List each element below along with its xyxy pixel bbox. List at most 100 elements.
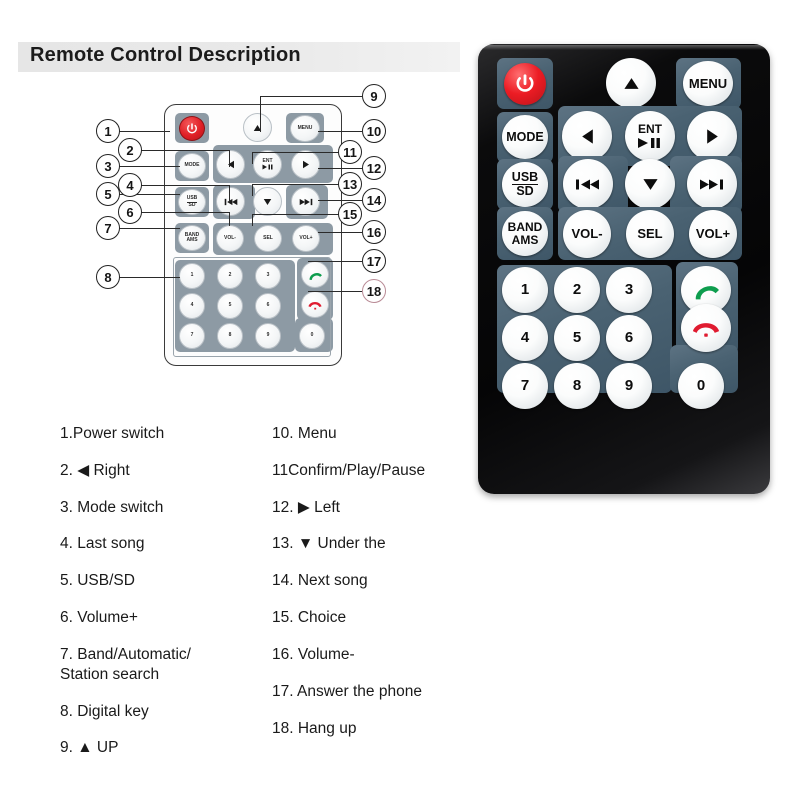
usb-label: USB bbox=[511, 170, 539, 185]
triangle-right-icon bbox=[302, 160, 309, 169]
triangle-left-icon bbox=[581, 128, 593, 144]
photo-key-2[interactable]: 2 bbox=[554, 267, 600, 313]
leader-17 bbox=[308, 261, 362, 262]
callout-15: 15 bbox=[338, 202, 362, 226]
description-item: 7. Band/Automatic/ Station search bbox=[60, 645, 191, 683]
photo-left-button[interactable] bbox=[562, 111, 612, 161]
diagram-right-button[interactable] bbox=[291, 150, 320, 179]
photo-key-7[interactable]: 7 bbox=[502, 363, 548, 409]
leader-9-v bbox=[260, 96, 261, 132]
diagram-usbsd-label: USB SD bbox=[186, 196, 198, 208]
diagram-menu-button[interactable]: MENU bbox=[290, 115, 320, 142]
triangle-up-icon bbox=[623, 77, 639, 89]
photo-hangup-call-button[interactable] bbox=[681, 304, 731, 352]
leader-7 bbox=[118, 228, 180, 229]
description-item: 8. Digital key bbox=[60, 702, 149, 720]
description-item: 11Confirm/Play/Pause bbox=[272, 461, 426, 479]
photo-vol-plus-button[interactable]: VOL+ bbox=[689, 210, 737, 258]
photo-usbsd-button[interactable]: USB SD bbox=[502, 162, 548, 207]
leader-16 bbox=[318, 232, 362, 233]
photo-next-button[interactable] bbox=[687, 159, 737, 209]
leader-6-v bbox=[229, 212, 230, 226]
callout-13: 13 bbox=[338, 172, 362, 196]
key-label: 5 bbox=[572, 329, 582, 347]
diagram-vol-plus-button[interactable]: VOL+ bbox=[292, 225, 320, 252]
power-icon bbox=[187, 122, 197, 133]
photo-key-5[interactable]: 5 bbox=[554, 315, 600, 361]
key-label: 6 bbox=[624, 329, 634, 347]
vol-plus-label: VOL+ bbox=[299, 234, 313, 241]
key-label: 9 bbox=[624, 377, 634, 395]
photo-key-8[interactable]: 8 bbox=[554, 363, 600, 409]
description-item: 15. Choice bbox=[272, 609, 347, 627]
leader-4-v bbox=[229, 185, 230, 202]
photo-right-button[interactable] bbox=[687, 111, 737, 161]
callout-16: 16 bbox=[362, 220, 386, 244]
photo-menu-button[interactable]: MENU bbox=[683, 61, 733, 106]
photo-ent-button[interactable]: ENT bbox=[625, 111, 675, 161]
photo-menu-label: MENU bbox=[688, 75, 728, 91]
photo-prev-button[interactable] bbox=[563, 159, 613, 209]
diagram-mode-button[interactable]: MODE bbox=[178, 153, 206, 179]
key-label: 0 bbox=[696, 377, 706, 395]
photo-key-0[interactable]: 0 bbox=[678, 363, 724, 409]
key-label: 1 bbox=[520, 281, 530, 299]
photo-sel-button[interactable]: SEL bbox=[626, 210, 674, 258]
photo-up-button[interactable] bbox=[606, 58, 656, 108]
callout-17: 17 bbox=[362, 249, 386, 273]
callout-18: 18 bbox=[362, 279, 386, 303]
hang-up-call-icon bbox=[692, 323, 720, 337]
play-pause-icon bbox=[638, 137, 660, 148]
leader-11 bbox=[252, 152, 340, 153]
photo-mode-button[interactable]: MODE bbox=[502, 115, 548, 159]
photo-key-4[interactable]: 4 bbox=[502, 315, 548, 361]
page-title: Remote Control Description bbox=[30, 44, 301, 66]
key-label: 3 bbox=[624, 281, 634, 299]
triangle-down-icon bbox=[642, 178, 658, 190]
sd-label: SD bbox=[188, 201, 196, 208]
play-pause-icon bbox=[262, 164, 272, 170]
photo-key-9[interactable]: 9 bbox=[606, 363, 652, 409]
callout-5: 5 bbox=[96, 182, 120, 206]
diagram-down-button[interactable] bbox=[253, 187, 282, 216]
diagram-vol-minus-button[interactable]: VOL- bbox=[216, 225, 244, 252]
diagram-left-button[interactable] bbox=[216, 150, 245, 179]
leader-12 bbox=[318, 168, 362, 169]
callout-6: 6 bbox=[118, 200, 142, 224]
diagram-next-button[interactable] bbox=[291, 187, 320, 216]
leader-1 bbox=[118, 131, 170, 132]
prev-track-icon bbox=[576, 179, 599, 189]
diagram-menu-label: MENU bbox=[297, 124, 313, 131]
leader-4 bbox=[140, 185, 230, 186]
leader-15-v bbox=[252, 214, 253, 226]
callout-10: 10 bbox=[362, 119, 386, 143]
description-list-right: 10. Menu 11Confirm/Play/Pause 12. ▶ Left… bbox=[272, 424, 487, 755]
vol-minus-label: VOL- bbox=[571, 226, 603, 242]
photo-key-3[interactable]: 3 bbox=[606, 267, 652, 313]
diagram-up-button[interactable] bbox=[243, 113, 272, 142]
description-item: 16. Volume- bbox=[272, 645, 355, 663]
description-item: 3. Mode switch bbox=[60, 498, 164, 516]
diagram-bandams-button[interactable]: BAND AMS bbox=[178, 225, 206, 251]
prev-track-icon bbox=[224, 198, 237, 205]
callout-2: 2 bbox=[118, 138, 142, 162]
photo-usbsd-label: USB SD bbox=[511, 170, 539, 198]
diagram-ent-button[interactable]: ENT bbox=[253, 150, 282, 179]
diagram-power-button[interactable] bbox=[179, 116, 205, 141]
photo-power-button[interactable] bbox=[504, 63, 546, 105]
leader-11-v bbox=[252, 152, 253, 164]
photo-key-6[interactable]: 6 bbox=[606, 315, 652, 361]
vol-plus-label: VOL+ bbox=[695, 226, 731, 242]
callout-7: 7 bbox=[96, 216, 120, 240]
photo-down-button[interactable] bbox=[625, 159, 675, 209]
photo-vol-minus-button[interactable]: VOL- bbox=[563, 210, 611, 258]
callout-12: 12 bbox=[362, 156, 386, 180]
description-list-left: 1.Power switch 2. ◀ Right 3. Mode switch… bbox=[60, 424, 270, 775]
photo-bandams-button[interactable]: BAND AMS bbox=[502, 211, 548, 256]
band-label: BAND bbox=[507, 220, 543, 235]
key-label: 4 bbox=[520, 329, 530, 347]
diagram-sel-button[interactable]: SEL bbox=[254, 225, 282, 252]
description-item: 5. USB/SD bbox=[60, 572, 135, 590]
callout-14: 14 bbox=[362, 188, 386, 212]
photo-key-1[interactable]: 1 bbox=[502, 267, 548, 313]
